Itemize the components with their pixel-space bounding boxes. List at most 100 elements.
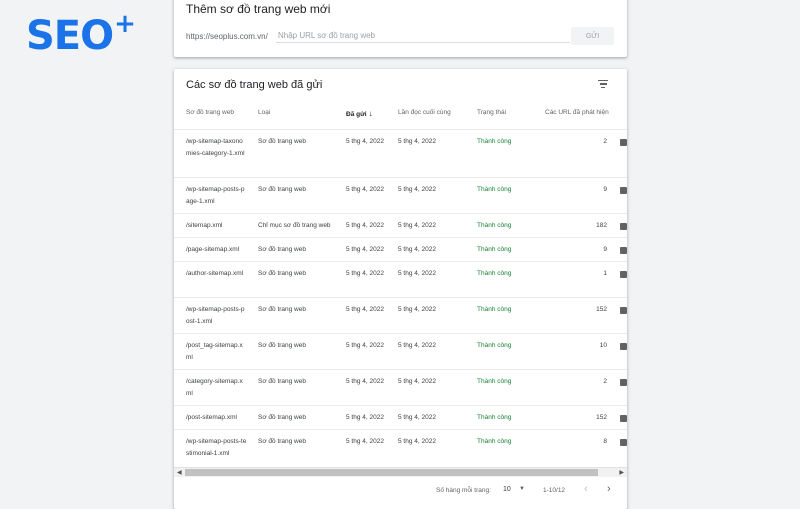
last-read-date: 5 thg 4, 2022 <box>398 138 436 145</box>
filter-icon[interactable] <box>598 80 608 88</box>
submitted-date: 5 thg 4, 2022 <box>346 438 384 445</box>
status-text: Thành công <box>477 270 512 277</box>
status-text: Thành công <box>477 414 512 421</box>
report-icon[interactable] <box>620 271 627 278</box>
report-icon[interactable] <box>620 187 627 194</box>
sitemap-url: /wp-sitemap-posts-page-1.xml <box>186 186 245 205</box>
submitted-sitemaps-card: Các sơ đồ trang web đã gửi Sơ đồ trang w… <box>174 69 627 509</box>
submitted-date: 5 thg 4, 2022 <box>346 306 384 313</box>
submitted-date: 5 thg 4, 2022 <box>346 246 384 253</box>
col-header-type[interactable]: Loại <box>258 109 270 116</box>
scrollbar-thumb[interactable] <box>185 469 598 476</box>
table-row[interactable]: /sitemap.xml Chỉ mục sơ đồ trang web 5 thg… <box>174 213 627 238</box>
logo-text: SEO <box>26 13 114 59</box>
sitemap-url: /wp-sitemap-taxonomies-category-1.xml <box>186 138 245 157</box>
submitted-sitemaps-title: Các sơ đồ trang web đã gửi <box>186 79 323 91</box>
sitemap-type: Sơ đồ trang web <box>258 306 306 313</box>
sitemap-url: /wp-sitemap-posts-testimonial-1.xml <box>186 438 247 457</box>
submitted-date: 5 thg 4, 2022 <box>346 270 384 277</box>
discovered-count: 2 <box>603 378 607 385</box>
discovered-count: 1 <box>603 270 607 277</box>
scroll-left-icon[interactable]: ◀ <box>177 469 182 476</box>
table-row[interactable]: /wp-sitemap-posts-testimonial-1.xml Sơ đồ… <box>174 429 627 466</box>
status-text: Thành công <box>477 342 512 349</box>
prev-page-icon[interactable]: ‹ <box>584 483 588 495</box>
status-text: Thành công <box>477 246 512 253</box>
status-text: Thành công <box>477 378 512 385</box>
sitemap-url: /post_tag-sitemap.xml <box>186 342 243 361</box>
last-read-date: 5 thg 4, 2022 <box>398 246 436 253</box>
discovered-count: 9 <box>603 246 607 253</box>
table-row[interactable]: /post_tag-sitemap.xml Sơ đồ trang web 5 th… <box>174 333 627 370</box>
sitemap-url: /sitemap.xml <box>186 222 223 229</box>
next-page-icon[interactable]: › <box>607 483 611 495</box>
last-read-date: 5 thg 4, 2022 <box>398 414 436 421</box>
sitemap-url-input[interactable] <box>276 28 570 43</box>
sitemap-url: /page-sitemap.xml <box>186 246 240 253</box>
discovered-count: 2 <box>603 138 607 145</box>
horizontal-scrollbar[interactable]: ◀ ▶ <box>174 467 627 477</box>
report-icon[interactable] <box>620 139 627 146</box>
report-icon[interactable] <box>620 247 627 254</box>
sitemap-type: Sơ đồ trang web <box>258 438 306 445</box>
col-header-sitemap[interactable]: Sơ đồ trang web <box>186 109 234 116</box>
rows-per-page-select[interactable]: 10 <box>503 486 511 493</box>
col-header-discovered[interactable]: Các URL đã phát hiện <box>545 109 609 116</box>
sitemap-type: Sơ đồ trang web <box>258 342 306 349</box>
scroll-right-icon[interactable]: ▶ <box>619 469 624 476</box>
submit-button[interactable]: GỬI <box>571 27 614 45</box>
table-row[interactable]: /wp-sitemap-posts-post-1.xml Sơ đồ trang … <box>174 297 627 334</box>
submitted-date: 5 thg 4, 2022 <box>346 222 384 229</box>
col-header-status[interactable]: Trạng thái <box>477 109 506 116</box>
table-row[interactable]: /wp-sitemap-posts-page-1.xml Sơ đồ trang … <box>174 177 627 214</box>
report-icon[interactable] <box>620 343 627 350</box>
submitted-date: 5 thg 4, 2022 <box>346 342 384 349</box>
sitemap-type: Sơ đồ trang web <box>258 378 306 385</box>
col-header-submitted[interactable]: Đã gửi ↓ <box>346 109 373 118</box>
add-sitemap-card: Thêm sơ đồ trang web mới https://seoplus… <box>174 0 627 57</box>
logo-plus: + <box>114 9 136 39</box>
report-icon[interactable] <box>620 307 627 314</box>
status-text: Thành công <box>477 186 512 193</box>
sort-down-icon: ↓ <box>368 109 373 118</box>
rows-per-page-label: Số hàng mỗi trang: <box>436 487 491 494</box>
last-read-date: 5 thg 4, 2022 <box>398 222 436 229</box>
submitted-date: 5 thg 4, 2022 <box>346 414 384 421</box>
status-text: Thành công <box>477 138 512 145</box>
report-icon[interactable] <box>620 223 627 230</box>
last-read-date: 5 thg 4, 2022 <box>398 186 436 193</box>
report-icon[interactable] <box>620 379 627 386</box>
last-read-date: 5 thg 4, 2022 <box>398 378 436 385</box>
seoplus-logo: SEO + <box>26 9 136 59</box>
sitemap-type: Sơ đồ trang web <box>258 270 306 277</box>
sitemap-type: Sơ đồ trang web <box>258 186 306 193</box>
sitemap-type: Sơ đồ trang web <box>258 246 306 253</box>
sitemap-type: Sơ đồ trang web <box>258 414 306 421</box>
discovered-count: 152 <box>596 306 607 313</box>
sitemap-url: /wp-sitemap-posts-post-1.xml <box>186 306 245 325</box>
report-icon[interactable] <box>620 439 627 446</box>
add-sitemap-title: Thêm sơ đồ trang web mới <box>186 2 331 16</box>
url-prefix: https://seoplus.com.vn/ <box>186 32 268 41</box>
table-row[interactable]: /category-sitemap.xml Sơ đồ trang web 5 th… <box>174 369 627 406</box>
last-read-date: 5 thg 4, 2022 <box>398 306 436 313</box>
submitted-date: 5 thg 4, 2022 <box>346 378 384 385</box>
table-row[interactable]: /author-sitemap.xml Sơ đồ trang web 5 thg … <box>174 261 627 298</box>
sitemap-type: Chỉ mục sơ đồ trang web <box>258 222 331 229</box>
last-read-date: 5 thg 4, 2022 <box>398 270 436 277</box>
submitted-date: 5 thg 4, 2022 <box>346 138 384 145</box>
discovered-count: 9 <box>603 186 607 193</box>
last-read-date: 5 thg 4, 2022 <box>398 438 436 445</box>
col-header-submitted-label: Đã gửi <box>346 111 367 118</box>
dropdown-caret-icon[interactable]: ▼ <box>519 486 525 492</box>
table-row[interactable]: /page-sitemap.xml Sơ đồ trang web 5 thg 4,… <box>174 237 627 262</box>
sitemap-type: Sơ đồ trang web <box>258 138 306 145</box>
table-row[interactable]: /wp-sitemap-taxonomies-category-1.xml Sơ … <box>174 129 627 178</box>
discovered-count: 182 <box>596 222 607 229</box>
table-row[interactable]: /post-sitemap.xml Sơ đồ trang web 5 thg 4,… <box>174 405 627 430</box>
discovered-count: 152 <box>596 414 607 421</box>
report-icon[interactable] <box>620 415 627 422</box>
col-header-last-read[interactable]: Lần đọc cuối cùng <box>398 109 451 116</box>
sitemap-url: /post-sitemap.xml <box>186 414 237 421</box>
last-read-date: 5 thg 4, 2022 <box>398 342 436 349</box>
